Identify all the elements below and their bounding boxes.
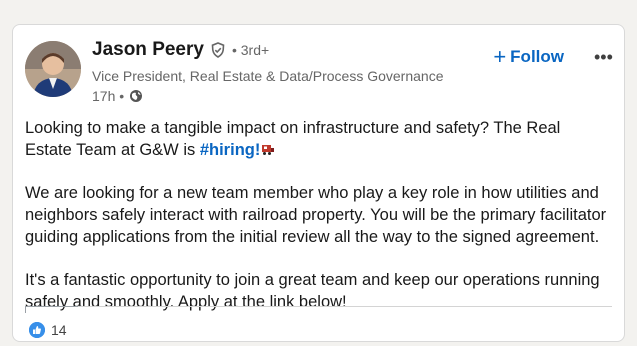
author-name-row: Jason Peery • 3rd+ (92, 39, 269, 61)
author-headline: Vice President, Real Estate & Data/Proce… (92, 68, 444, 84)
post-time: 17h • (92, 88, 125, 104)
post-card: Jason Peery • 3rd+ Vice President, Real … (12, 24, 625, 342)
follow-label: Follow (510, 47, 564, 66)
more-options-button[interactable]: ••• (588, 44, 613, 68)
media-preview-edge[interactable] (25, 306, 78, 313)
like-icon (29, 322, 45, 338)
post-meta: 17h • (92, 88, 143, 104)
globe-icon (129, 89, 143, 103)
avatar[interactable] (25, 41, 81, 97)
reactions-summary[interactable]: 14 (29, 322, 67, 338)
plus-icon: + (493, 44, 507, 69)
reaction-count: 14 (51, 322, 67, 338)
verified-icon (210, 42, 226, 58)
hashtag-hiring-link[interactable]: #hiring! (200, 141, 261, 159)
profile-photo-icon (25, 41, 81, 97)
connection-degree: • 3rd+ (231, 42, 270, 58)
follow-button[interactable]: + Follow (487, 45, 570, 69)
author-name[interactable]: Jason Peery (92, 39, 204, 61)
post-body: Looking to make a tangible impact on inf… (25, 117, 608, 334)
post-paragraph-1: Looking to make a tangible impact on inf… (25, 117, 608, 161)
post-paragraph-1-text: Looking to make a tangible impact on inf… (25, 119, 561, 159)
post-paragraph-2: We are looking for a new team member who… (25, 184, 607, 246)
content-divider (25, 306, 612, 307)
train-emoji-icon (261, 140, 275, 155)
